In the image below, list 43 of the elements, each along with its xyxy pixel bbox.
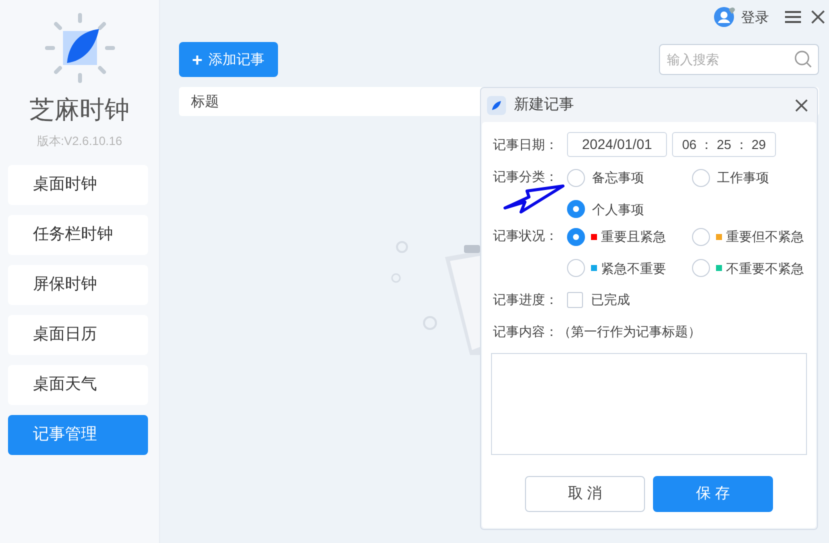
radio-label: 不重要不紧急 [726, 260, 804, 278]
sidebar-item[interactable]: 屏保时钟 [8, 265, 148, 305]
radio-label: 工作事项 [717, 169, 769, 187]
close-icon[interactable] [811, 10, 825, 24]
version-text: 版本:V2.6.10.16 [36, 133, 122, 150]
column-header: 标题 [190, 92, 219, 111]
checkbox[interactable] [567, 292, 583, 308]
radio-label: 紧急不重要 [601, 260, 666, 278]
radio-label: 个人事项 [592, 200, 644, 218]
date-field[interactable]: 2024/01/01 [567, 132, 667, 157]
app-name: 芝麻时钟 [30, 95, 130, 126]
radio-label: 备忘事项 [592, 169, 644, 187]
sidebar-item[interactable]: 任务栏时钟 [8, 215, 148, 255]
menu-icon[interactable] [785, 10, 801, 24]
radio-button[interactable] [692, 168, 710, 187]
radio-button[interactable] [567, 259, 585, 278]
field-label: 记事日期： [493, 136, 559, 154]
time-field[interactable]: 06 ： 25 ： 29 [672, 132, 776, 157]
radio-button[interactable] [567, 168, 585, 187]
close-icon[interactable] [795, 98, 808, 112]
search-icon[interactable] [794, 50, 812, 68]
user-avatar-icon[interactable] [713, 6, 737, 28]
radio-button[interactable] [567, 228, 585, 246]
sidebar-item[interactable]: 桌面时钟 [8, 165, 148, 205]
login-link[interactable]: 登录 [741, 6, 769, 28]
content-field[interactable] [491, 353, 807, 455]
field-label: 记事状况： [493, 227, 559, 245]
radio-label: 重要且紧急 [601, 228, 666, 246]
leaf-logo-icon [42, 11, 116, 85]
leaf-logo-icon [487, 96, 506, 114]
sidebar-item[interactable]: 桌面日历 [8, 315, 148, 355]
field-label: 记事进度： [493, 291, 559, 309]
checkbox-label: 已完成 [591, 291, 630, 309]
radio-button[interactable] [567, 200, 585, 218]
radio-button[interactable] [692, 228, 710, 246]
field-label: 记事分类： [493, 168, 559, 186]
cancel-button[interactable]: 取 消 [525, 476, 645, 512]
radio-label: 重要但不紧急 [726, 228, 804, 246]
dialog-title: 新建记事 [514, 94, 575, 115]
search-field[interactable]: 输入搜索 [659, 44, 819, 75]
field-label: 记事内容：（第一行作为记事标题） [493, 322, 702, 340]
radio-button[interactable] [692, 259, 710, 278]
sidebar-item[interactable]: 桌面天气 [8, 365, 148, 405]
